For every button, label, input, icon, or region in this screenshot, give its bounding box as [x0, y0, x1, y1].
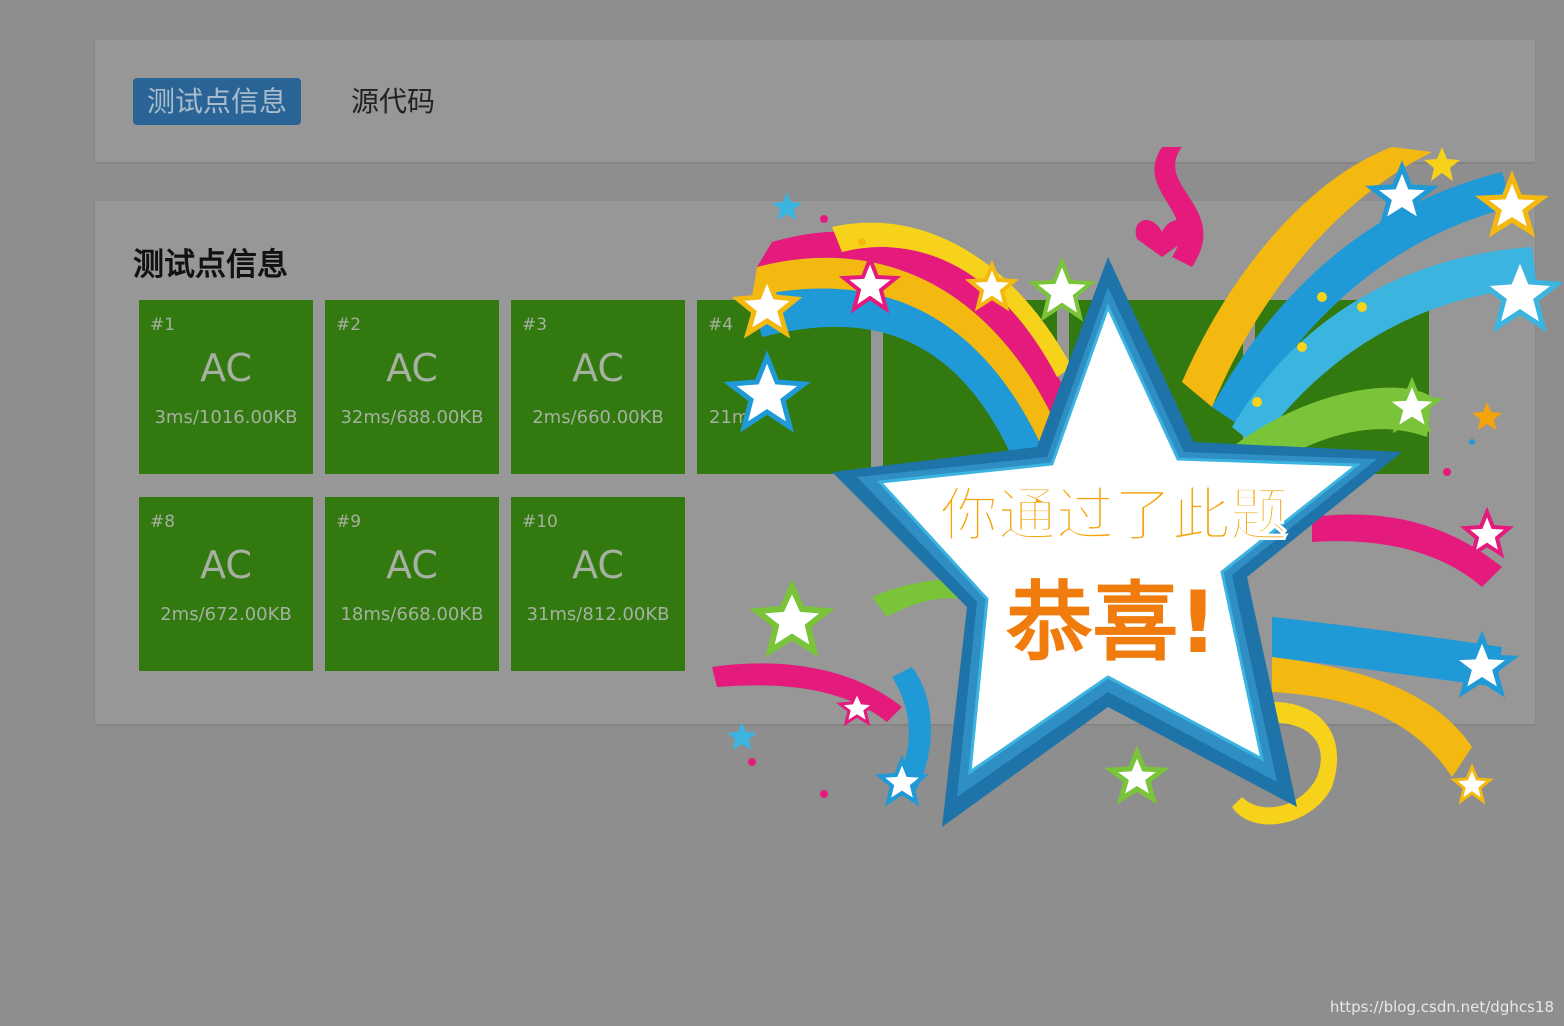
testcase-stats: 18ms/668.00KB: [340, 604, 484, 625]
testcase-number: #1: [150, 315, 176, 335]
tab-source-code[interactable]: 源代码: [337, 78, 449, 125]
testcase-tile-9[interactable]: #9 AC 18ms/668.00KB: [325, 497, 499, 671]
congrats-graphic: 你通过了此题 恭喜!: [712, 147, 1562, 827]
testcase-number: #9: [336, 512, 362, 532]
testcase-number: #3: [522, 315, 548, 335]
testcase-tile-8[interactable]: #8 AC 2ms/672.00KB: [139, 497, 313, 671]
testcase-tile-3[interactable]: #3 AC 2ms/660.00KB: [511, 300, 685, 474]
testcase-stats: 2ms/672.00KB: [160, 604, 292, 625]
congrats-line2: 恭喜!: [1005, 573, 1217, 673]
testcase-stats: 3ms/1016.00KB: [154, 407, 298, 428]
testcase-number: #10: [522, 512, 558, 532]
section-title: 测试点信息: [133, 247, 288, 283]
tab-testcase-info[interactable]: 测试点信息: [133, 78, 302, 125]
testcase-tile-1[interactable]: #1 AC 3ms/1016.00KB: [139, 300, 313, 474]
testcase-stats: 2ms/660.00KB: [532, 407, 664, 428]
testcase-stats: 31ms/812.00KB: [526, 604, 670, 625]
watermark: https://blog.csdn.net/dghcs18: [1329, 998, 1554, 1016]
testcase-stats: 32ms/688.00KB: [340, 407, 484, 428]
congrats-line1: 你通过了此题: [939, 481, 1288, 549]
tabs-card: 测试点信息 源代码: [95, 40, 1535, 162]
congrats-overlay: 你通过了此题 恭喜!: [712, 147, 1562, 837]
testcase-tile-10[interactable]: #10 AC 31ms/812.00KB: [511, 497, 685, 671]
testcase-number: #2: [336, 315, 362, 335]
testcase-status: AC: [386, 346, 438, 390]
testcase-number: #8: [150, 512, 176, 532]
testcase-status: AC: [200, 346, 252, 390]
testcase-status: AC: [572, 543, 624, 587]
testcase-status: AC: [386, 543, 438, 587]
testcase-status: AC: [572, 346, 624, 390]
testcase-status: AC: [200, 543, 252, 587]
testcase-tile-2[interactable]: #2 AC 32ms/688.00KB: [325, 300, 499, 474]
